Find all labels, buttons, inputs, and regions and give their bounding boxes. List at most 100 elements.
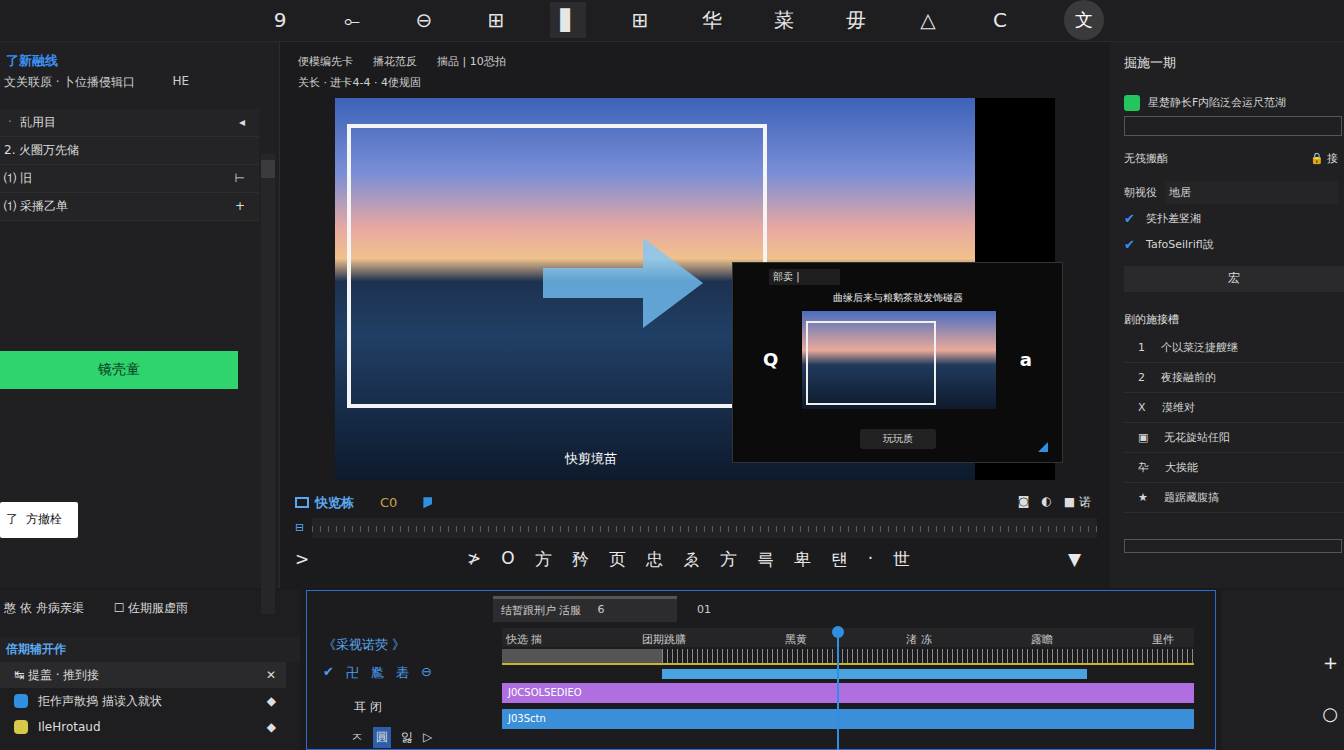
timecode: 01 bbox=[697, 603, 711, 616]
option-row[interactable]: 卆大挨能 bbox=[1124, 453, 1344, 483]
control-icon[interactable]: ≯ bbox=[467, 548, 481, 571]
video-editor: 9 ⟜ ⊖ ⊞ ▋ ⊞ 华菜毋 △ C 文了新融线文关联原 · 卜位播侵辑口HEㆍ 乱用目◂2. … bbox=[0, 0, 1344, 750]
scrub-track[interactable] bbox=[312, 518, 1097, 538]
media-panel: 了新融线文关联原 · 卜位播侵辑口HEㆍ 乱用目◂2. 火圈万先储⑴ 旧⊢⑴ 采… bbox=[0, 42, 280, 588]
check-icon: ✔ bbox=[1124, 237, 1138, 252]
tool-icon[interactable]: ⊞ bbox=[622, 2, 658, 38]
section-title: 剧的施接槽 bbox=[1124, 292, 1344, 333]
control-icon[interactable]: 卑 bbox=[794, 548, 811, 571]
track-header[interactable]: ㅈ圓잃▷ bbox=[323, 724, 502, 750]
field-value[interactable]: 地居 bbox=[1165, 181, 1338, 204]
search-icon[interactable]: Q bbox=[763, 349, 778, 370]
inspector-panel: 掘施一期星楚静长F内陷泛会运尺范湖无筏搬酯🔒 接朝视役地居✔笑扑差竖湘✔Tafo… bbox=[1110, 42, 1344, 588]
clip[interactable]: J03Sctn bbox=[502, 709, 1194, 729]
tab-actions: ◙ ◐ ■ 诺 bbox=[1018, 494, 1091, 511]
tool-icon[interactable]: 9 bbox=[262, 2, 298, 38]
tool-icon[interactable]: ▋ bbox=[550, 2, 586, 38]
account-avatar[interactable]: 文 bbox=[1064, 0, 1104, 40]
checkbox[interactable] bbox=[1124, 95, 1140, 111]
scroll-thumb[interactable] bbox=[261, 160, 275, 178]
clip[interactable]: J0CSOLSEDIEO bbox=[502, 683, 1194, 703]
preview-panel: 便模编先卡播花范反揣品 | 10恐拍关长 · 进卡4-4 · 4使规固快剪境苗部… bbox=[285, 42, 1105, 588]
playhead-knob[interactable] bbox=[832, 626, 844, 638]
tool-icon[interactable]: ⊞ bbox=[478, 2, 514, 38]
timeline-field[interactable]: 结暂跟刑户 活服6 bbox=[493, 596, 677, 622]
scrollbar[interactable] bbox=[261, 154, 275, 614]
play-icon[interactable]: > bbox=[295, 549, 309, 569]
ruler-ticks bbox=[502, 649, 1194, 663]
option-row[interactable]: ★题踞藏腹搞 bbox=[1124, 483, 1344, 513]
visibility-icon[interactable]: ◆ bbox=[267, 720, 276, 734]
tool-icon[interactable]: 尷 bbox=[371, 664, 384, 682]
tool-icon[interactable]: △ bbox=[910, 2, 946, 38]
media-item[interactable]: ⑴ 旧⊢ bbox=[0, 165, 259, 193]
primary-button[interactable]: 镜壳童 bbox=[0, 351, 238, 389]
preview-tab[interactable]: 快览栋 bbox=[295, 494, 354, 512]
tool-icon[interactable]: 砉 bbox=[396, 664, 409, 682]
media-item[interactable]: ㆍ 乱用目◂ bbox=[0, 109, 259, 137]
option-row[interactable]: X漠维对 bbox=[1124, 393, 1344, 423]
close-icon[interactable]: ✕ bbox=[266, 668, 276, 682]
media-item[interactable]: 2. 火圈万先储 bbox=[0, 137, 259, 165]
action-icon[interactable]: ■ 诺 bbox=[1064, 494, 1091, 511]
control-icon[interactable]: 矜 bbox=[572, 548, 589, 571]
visibility-icon[interactable]: ◆ bbox=[267, 694, 276, 708]
side-tool-icon[interactable]: ○ bbox=[1322, 703, 1338, 724]
option-row[interactable]: ▣无花旋站任阳 bbox=[1124, 423, 1344, 453]
layer-row[interactable]: IleHrotaud◆ bbox=[0, 714, 286, 740]
selection-bar[interactable] bbox=[662, 669, 1087, 679]
side-tool-icon[interactable]: + bbox=[1323, 652, 1338, 673]
control-icon[interactable]: 턘 bbox=[831, 548, 848, 571]
layers-tab[interactable]: 憨 依 舟病亲渠 bbox=[4, 600, 84, 617]
control-icon[interactable]: 世 bbox=[893, 548, 910, 571]
checkbox-row[interactable]: 星楚静长F内陷泛会运尺范湖 bbox=[1124, 90, 1344, 116]
control-icon[interactable]: · bbox=[868, 548, 873, 571]
layers-tab[interactable]: ☐ 佐期服虚雨 bbox=[114, 600, 189, 617]
lock-icon[interactable]: 🔒 接 bbox=[1310, 151, 1339, 166]
inspector-title: 掘施一期 bbox=[1124, 54, 1344, 90]
tool-icon[interactable]: 华 bbox=[694, 2, 730, 38]
flag-icon[interactable] bbox=[423, 497, 432, 508]
audio-icon[interactable]: a bbox=[1020, 349, 1032, 370]
control-icon[interactable]: 륵 bbox=[757, 548, 774, 571]
control-icon[interactable]: O bbox=[501, 548, 514, 571]
media-list: ㆍ 乱用目◂2. 火圈万先储⑴ 旧⊢⑴ 采播乙单+ bbox=[0, 109, 259, 221]
action-icon[interactable]: ◙ bbox=[1018, 494, 1030, 511]
layer-row[interactable]: 拒作声散捣 描读入就状◆ bbox=[0, 688, 286, 714]
tool-icon[interactable]: ⊖ bbox=[406, 2, 442, 38]
check-row[interactable]: ✔笑扑差竖湘 bbox=[1124, 206, 1344, 232]
track-header[interactable]: 耳 闭 bbox=[323, 694, 502, 720]
option-row[interactable]: 2夜接融前的 bbox=[1124, 363, 1344, 393]
panel-title: 了新融线 bbox=[0, 42, 279, 70]
dialog-tab[interactable]: 部卖 | bbox=[769, 269, 840, 285]
control-icon[interactable]: 方 bbox=[535, 548, 552, 571]
tool-icon[interactable]: C bbox=[982, 2, 1018, 38]
dropdown-icon[interactable]: ▼ bbox=[1068, 549, 1081, 569]
timeline-header: 结暂跟刑户 活服6 01 bbox=[307, 591, 1215, 622]
tool-icon[interactable]: 毋 bbox=[838, 2, 874, 38]
timeline: 结暂跟刑户 活服601《采视诺荧 》✔卍尷砉⊖耳 闭ㅈ圓잃▷快选 揣团期跳膳黑黄… bbox=[306, 590, 1216, 750]
playhead[interactable] bbox=[837, 628, 839, 750]
check-row[interactable]: ✔TafoSeilrifl說 bbox=[1124, 232, 1344, 258]
action-icon[interactable]: ◐ bbox=[1041, 494, 1051, 511]
control-icon[interactable]: 方 bbox=[720, 548, 737, 571]
control-icon[interactable]: 忠 bbox=[646, 548, 663, 571]
dialog-button[interactable]: 玩玩质 bbox=[860, 429, 936, 449]
control-icon[interactable]: ゑ bbox=[683, 548, 700, 571]
timeline-tools: ✔ 卍尷砉 ⊖ bbox=[323, 664, 502, 682]
tool-icon[interactable]: ✔ bbox=[323, 664, 334, 682]
control-icon[interactable]: 页 bbox=[609, 548, 626, 571]
bottom-area: 憨 依 舟病亲渠☐ 佐期服虚雨倍期辅开作↹ 提盖 · 推到接✕拒作声散捣 描读入… bbox=[0, 590, 1344, 750]
tool-icon[interactable]: 菜 bbox=[766, 2, 802, 38]
text-input[interactable] bbox=[1124, 116, 1342, 136]
tool-icon[interactable]: ⟜ bbox=[334, 2, 370, 38]
bottom-input[interactable] bbox=[1124, 539, 1342, 553]
dialog-image bbox=[802, 311, 996, 409]
option-row[interactable]: 1个以菜泛捷艘继 bbox=[1124, 333, 1344, 363]
preview-tab[interactable]: C0 bbox=[380, 495, 397, 510]
track-headers: 《采视诺荧 》✔卍尷砉⊖耳 闭ㅈ圓잃▷ bbox=[307, 626, 502, 750]
tool-icon[interactable]: 卍 bbox=[346, 664, 359, 682]
media-item[interactable]: ⑴ 采播乙单+ bbox=[0, 193, 259, 221]
tool-icon[interactable]: ⊖ bbox=[421, 664, 432, 682]
apply-button[interactable]: 宏 bbox=[1124, 266, 1344, 292]
